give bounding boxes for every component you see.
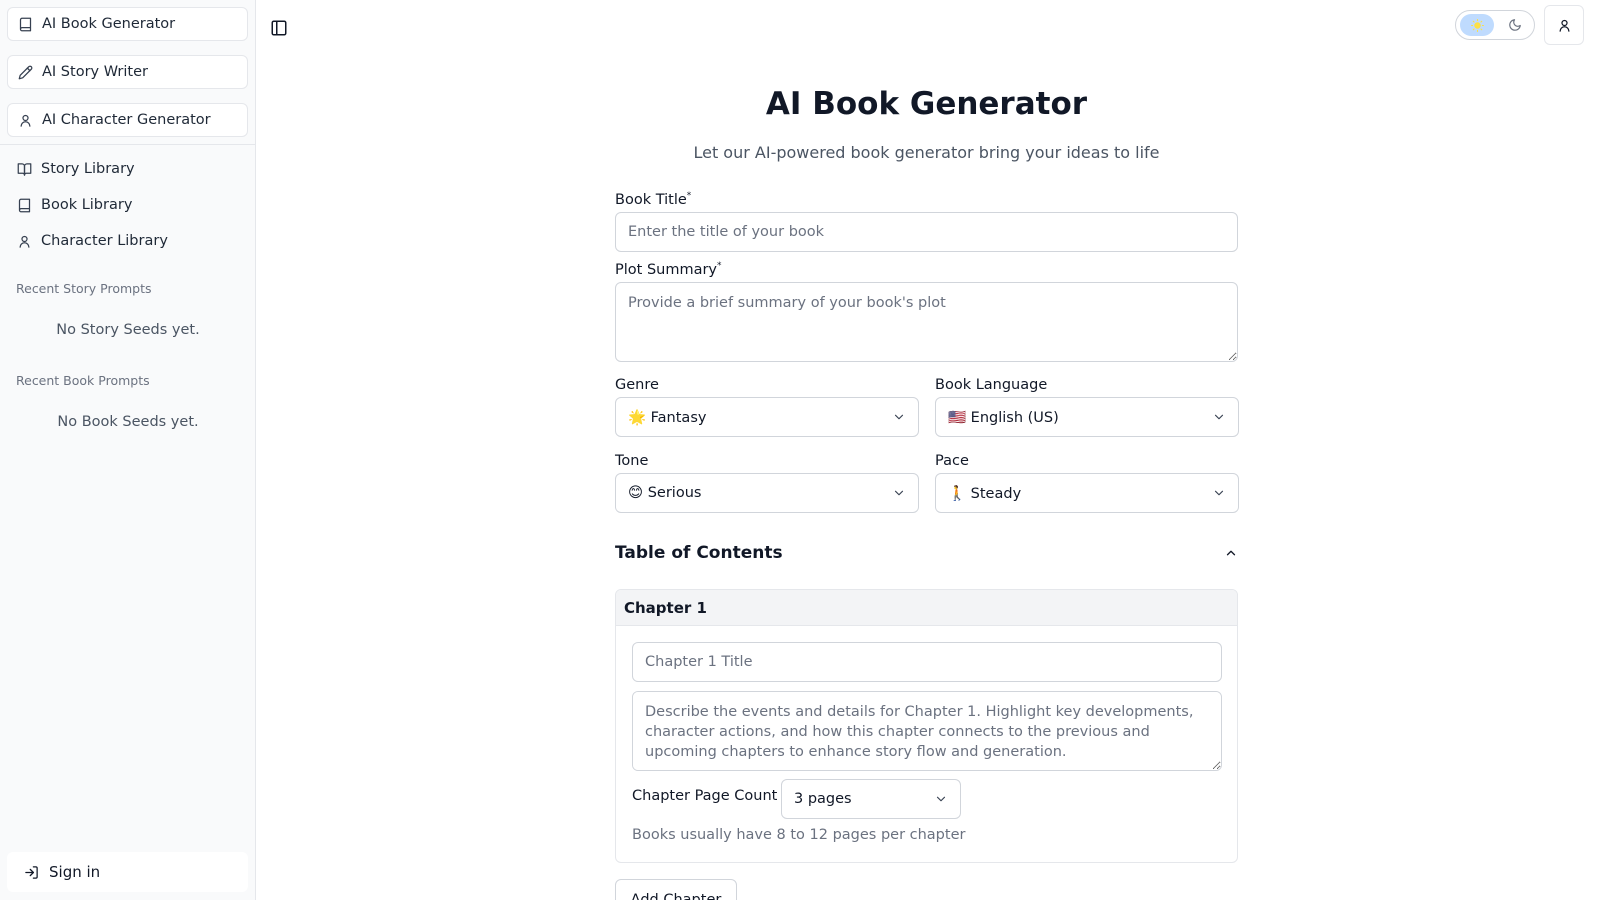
user-icon: [18, 113, 33, 128]
chevron-down-icon: [1212, 410, 1226, 424]
sidebar-item-label: Character Library: [41, 233, 168, 249]
page-title: AI Book Generator: [765, 86, 1088, 122]
table-of-contents-toggle[interactable]: Table of Contents: [615, 541, 1238, 565]
chevron-down-icon: [1212, 486, 1226, 500]
plot-summary-textarea[interactable]: [615, 282, 1238, 362]
plot-summary-label: Plot Summary*: [615, 261, 722, 278]
chapter-page-count-select[interactable]: 3 pages: [781, 779, 961, 819]
recent-book-empty: No Book Seeds yet.: [57, 414, 199, 430]
sidebar-divider: [0, 144, 256, 145]
chapter-page-count-hint: Books usually have 8 to 12 pages per cha…: [632, 827, 966, 843]
chevron-down-icon: [934, 792, 948, 806]
genre-label: Genre: [615, 377, 659, 393]
chevron-down-icon: [892, 410, 906, 424]
recent-book-prompts-label: Recent Book Prompts: [16, 373, 150, 388]
sidebar-item-ai-character-generator[interactable]: AI Character Generator: [7, 103, 248, 137]
page-subtitle: Let our AI-powered book generator bring …: [693, 143, 1160, 162]
add-chapter-button[interactable]: Add Chapter: [615, 879, 737, 900]
user-icon: [17, 234, 32, 249]
sidebar-item-label: AI Character Generator: [42, 112, 211, 128]
pencil-icon: [18, 65, 33, 80]
theme-toggle-knob: [1460, 14, 1494, 36]
add-chapter-label: Add Chapter: [630, 892, 722, 900]
sign-in-icon: [24, 865, 39, 880]
pace-label: Pace: [935, 453, 969, 469]
book-title-label: Book Title*: [615, 191, 691, 208]
chapter-page-count-label: Chapter Page Count: [632, 788, 778, 804]
panel-left-icon: [270, 19, 288, 37]
sidebar: AI Book Generator AI Story Writer AI Cha…: [0, 0, 256, 900]
genre-select-value: 🌟 Fantasy: [628, 409, 707, 426]
theme-toggle[interactable]: [1455, 10, 1535, 40]
chapter-description-textarea[interactable]: [632, 691, 1222, 771]
tone-select-value: 😊 Serious: [628, 485, 702, 501]
table-of-contents-title: Table of Contents: [615, 543, 783, 563]
tone-label: Tone: [615, 453, 649, 469]
sidebar-item-label: AI Story Writer: [42, 64, 148, 80]
moon-icon: [1508, 18, 1522, 32]
open-book-icon: [17, 162, 32, 177]
sidebar-item-character-library[interactable]: Character Library: [7, 226, 248, 256]
required-marker: *: [686, 191, 692, 201]
sun-icon: [1470, 18, 1484, 32]
recent-story-prompts-label: Recent Story Prompts: [16, 281, 152, 296]
toggle-sidebar-button[interactable]: [270, 19, 290, 39]
plot-summary-label-text: Plot Summary: [615, 261, 718, 278]
sign-in-button[interactable]: Sign in: [7, 852, 248, 892]
genre-select[interactable]: 🌟 Fantasy: [615, 397, 919, 437]
sidebar-item-label: AI Book Generator: [42, 16, 176, 32]
book-icon: [18, 17, 33, 32]
chevron-up-icon: [1224, 546, 1238, 560]
pace-select[interactable]: 🚶 Steady: [935, 473, 1239, 513]
book-language-label: Book Language: [935, 377, 1048, 393]
sidebar-item-label: Story Library: [41, 161, 135, 177]
chevron-down-icon: [892, 486, 906, 500]
book-language-select[interactable]: 🇺🇸 English (US): [935, 397, 1239, 437]
sidebar-item-story-library[interactable]: Story Library: [7, 154, 248, 184]
required-marker: *: [717, 261, 722, 271]
user-menu-button[interactable]: [1544, 5, 1584, 45]
chapter-page-count-value: 3 pages: [794, 791, 852, 807]
pace-select-value: 🚶 Steady: [948, 485, 1022, 502]
sidebar-item-ai-book-generator[interactable]: AI Book Generator: [7, 7, 248, 41]
book-title-input[interactable]: [615, 212, 1238, 252]
chapter-heading: Chapter 1: [616, 590, 1237, 626]
user-icon: [1557, 18, 1572, 33]
recent-story-empty: No Story Seeds yet.: [56, 322, 200, 338]
book-title-label-text: Book Title: [615, 191, 687, 208]
sidebar-item-book-library[interactable]: Book Library: [7, 190, 248, 220]
sidebar-item-ai-story-writer[interactable]: AI Story Writer: [7, 55, 248, 89]
sidebar-item-label: Book Library: [41, 197, 133, 213]
chapter-title-input[interactable]: [632, 642, 1222, 682]
sign-in-label: Sign in: [49, 863, 101, 881]
tone-select[interactable]: 😊 Serious: [615, 473, 919, 513]
book-language-select-value: 🇺🇸 English (US): [948, 409, 1059, 426]
book-icon: [17, 198, 32, 213]
